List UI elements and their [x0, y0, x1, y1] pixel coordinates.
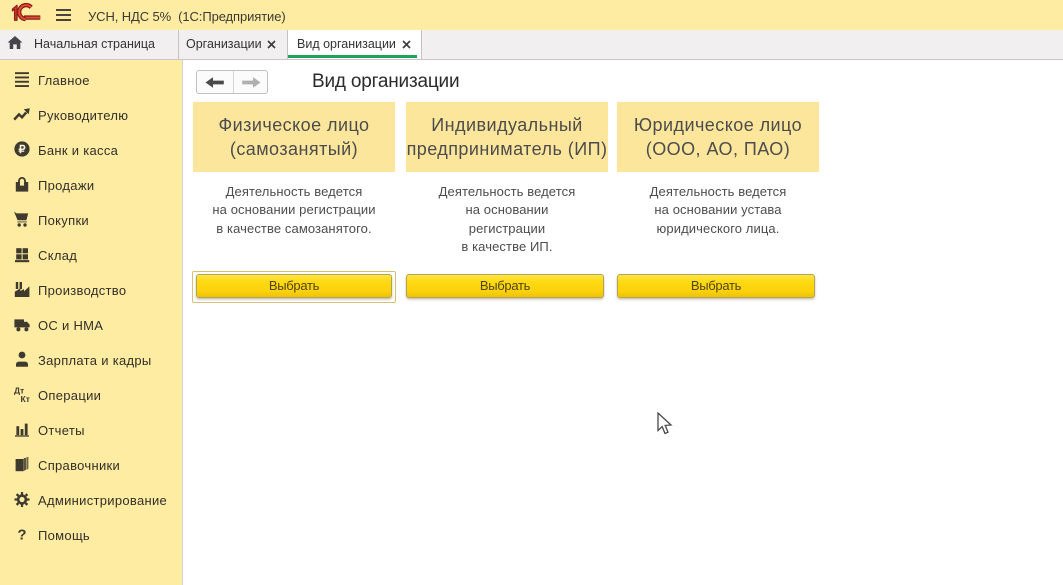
- svg-text:₽: ₽: [19, 144, 26, 156]
- svg-text:Кт: Кт: [21, 394, 30, 403]
- svg-text:?: ?: [17, 527, 26, 544]
